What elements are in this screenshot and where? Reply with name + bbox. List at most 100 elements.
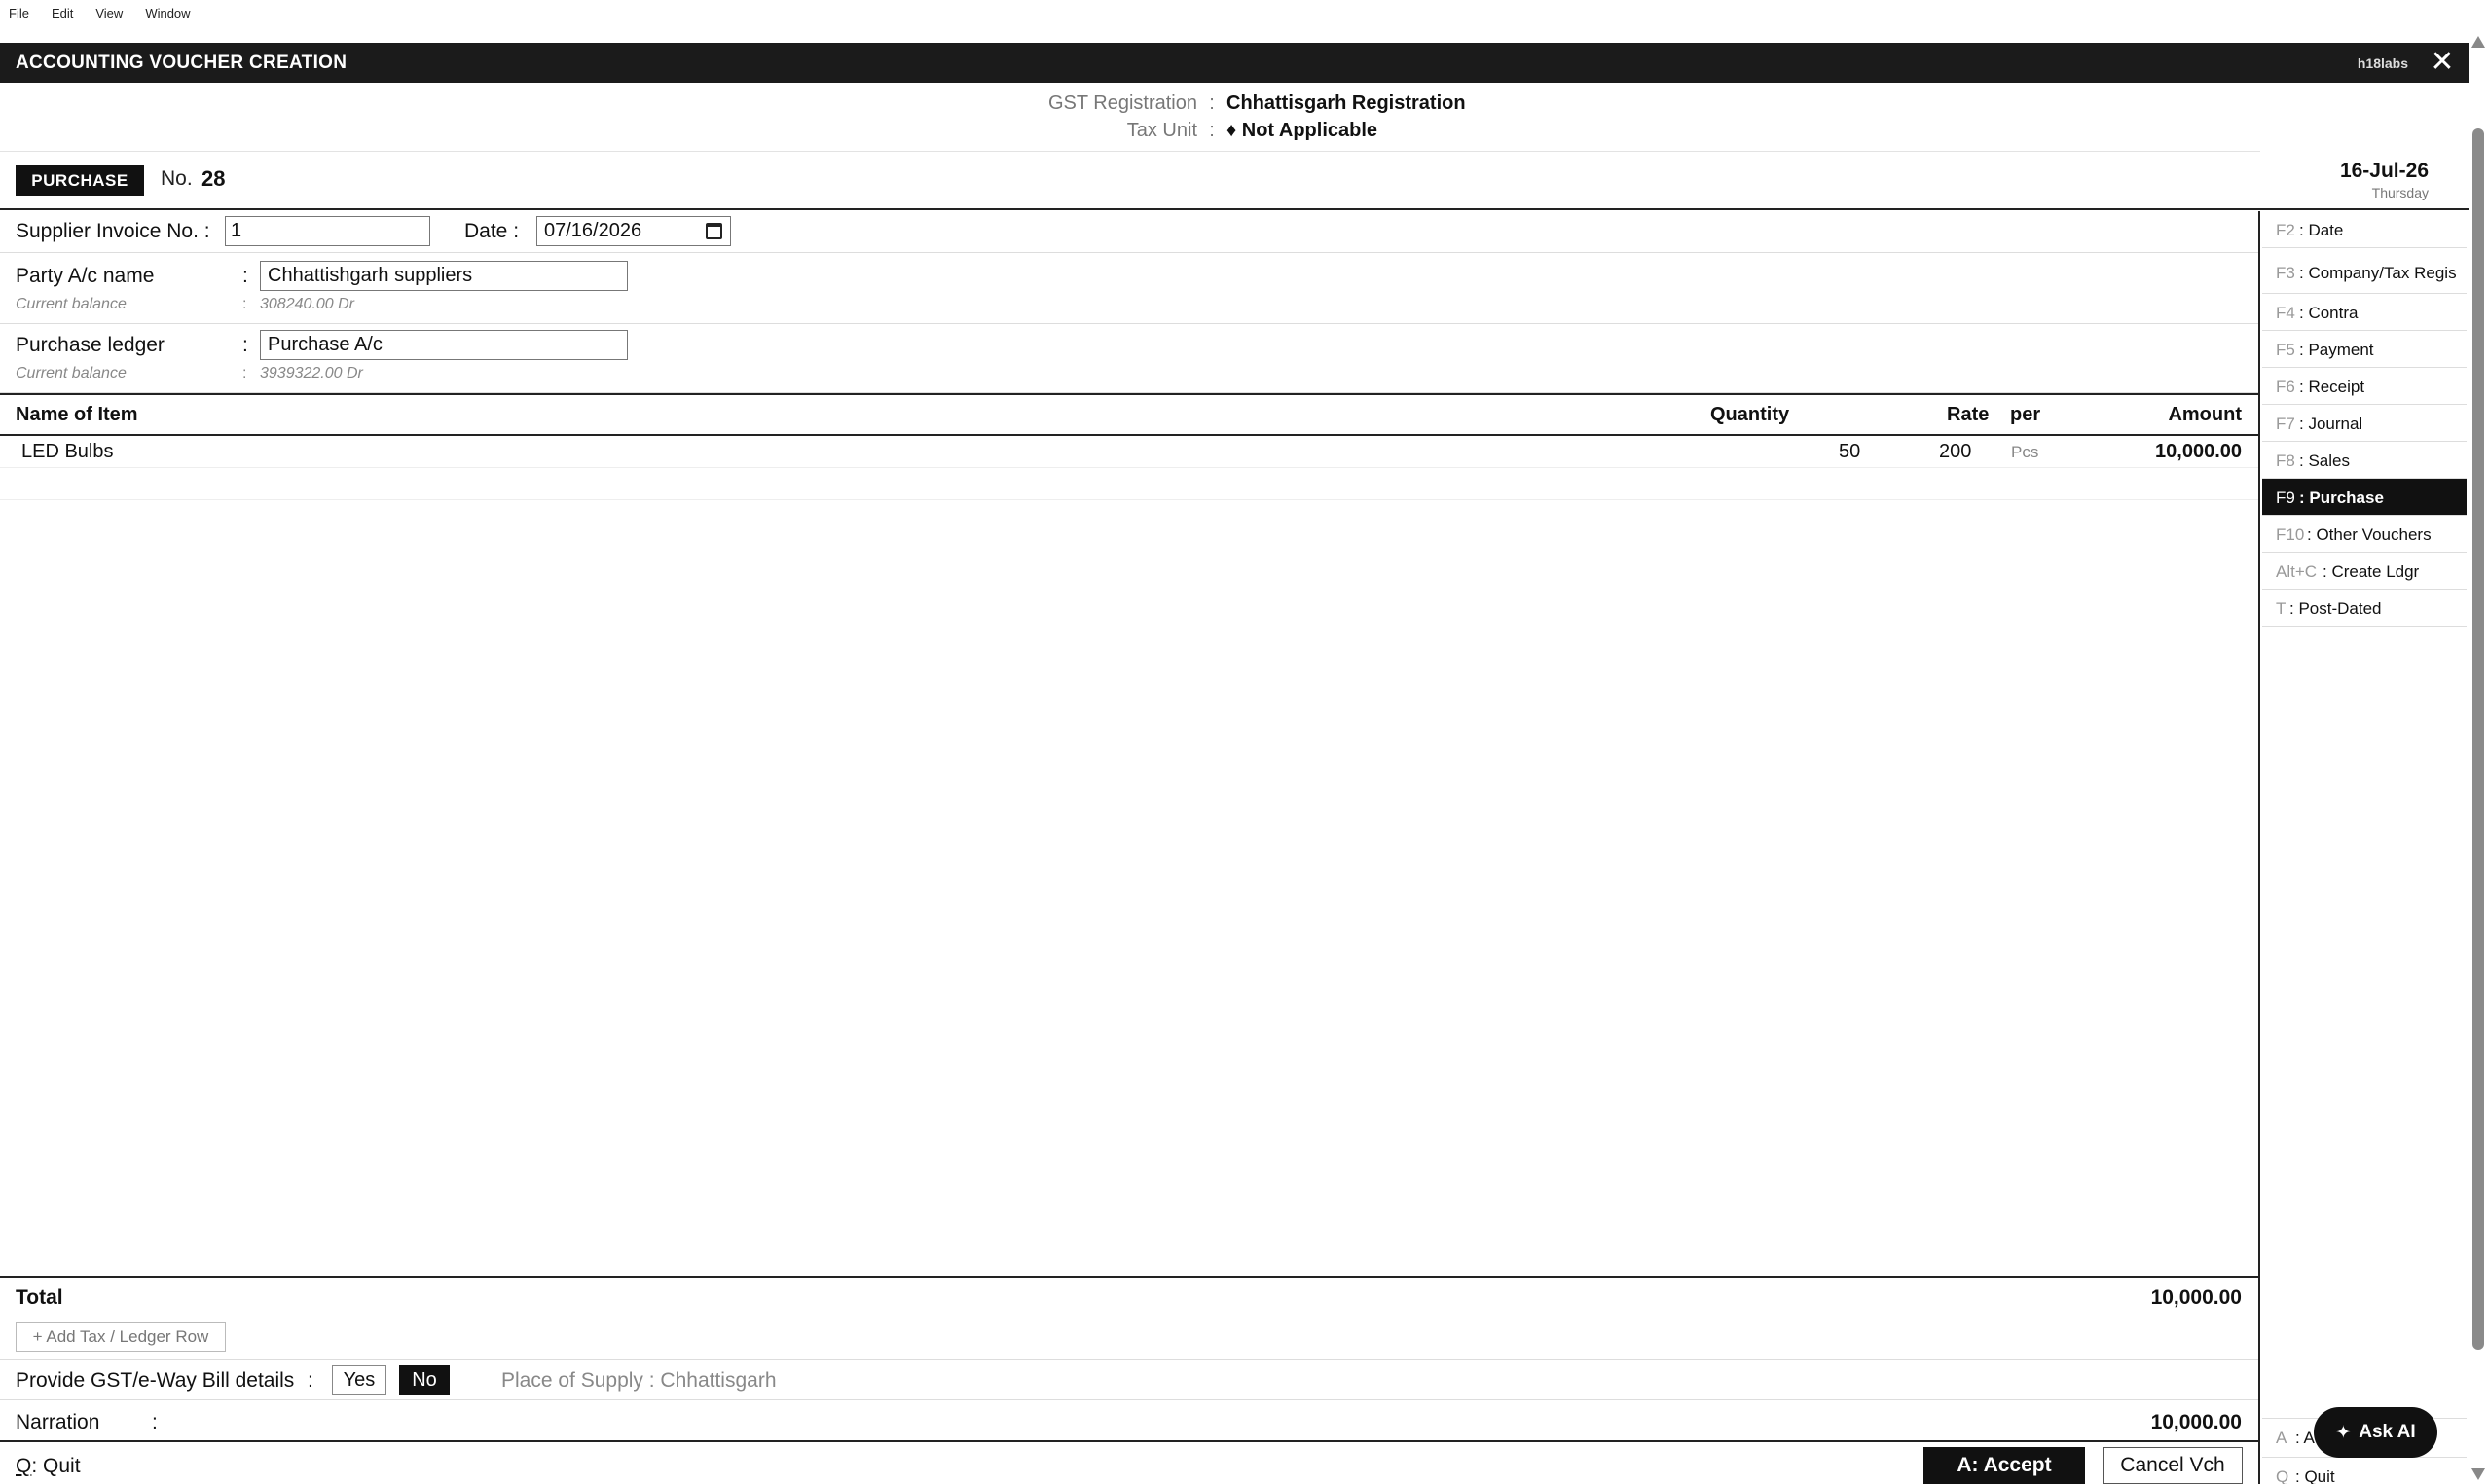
- party-balance-label: Current balance: [16, 296, 127, 312]
- shortcut-key: F9: [2276, 489, 2295, 507]
- party-colon: :: [242, 265, 248, 287]
- shortcut-label: : Other Vouchers: [2307, 525, 2432, 544]
- sidebar-item-date[interactable]: F2 : Date: [2262, 211, 2467, 248]
- sidebar-item-sales[interactable]: F8 : Sales: [2262, 442, 2467, 479]
- quit-button[interactable]: Q: Quit: [16, 1455, 81, 1478]
- purchase-ledger-colon: :: [242, 334, 248, 356]
- menu-edit[interactable]: Edit: [52, 6, 73, 20]
- shortcut-key: A: [2276, 1429, 2287, 1447]
- scroll-up-icon[interactable]: [2471, 36, 2485, 48]
- ask-ai-label: Ask AI: [2359, 1422, 2416, 1442]
- shortcut-label: : Company/Tax Regis: [2299, 264, 2457, 282]
- add-tax-ledger-row-button[interactable]: + Add Tax / Ledger Row: [16, 1322, 226, 1352]
- gst-registration-label: GST Registration: [1047, 92, 1197, 114]
- purchase-ledger-row: Purchase ledger : Purchase A/c Current b…: [0, 323, 2258, 393]
- invoice-date-value: 07/16/2026: [544, 220, 642, 241]
- shortcut-key: F5: [2276, 341, 2295, 359]
- empty-item-row[interactable]: [0, 468, 2258, 500]
- voucher-no-value: 28: [201, 166, 226, 191]
- gst-yes-button[interactable]: Yes: [332, 1365, 386, 1395]
- narration-total: 10,000.00: [2150, 1411, 2242, 1433]
- ask-ai-button[interactable]: ✦ Ask AI: [2314, 1407, 2437, 1458]
- close-icon[interactable]: ✕: [2430, 48, 2455, 77]
- shortcut-label: : Contra: [2299, 304, 2359, 322]
- item-name: LED Bulbs: [21, 441, 114, 462]
- ledger-balance-colon: :: [242, 365, 247, 381]
- shortcut-key: F8: [2276, 452, 2295, 470]
- voucher-type-badge[interactable]: PURCHASE: [16, 165, 144, 196]
- shortcut-key: F2: [2276, 221, 2295, 239]
- gst-sep: :: [1209, 92, 1215, 114]
- gst-info: GST Registration : Chhattisgarh Registra…: [0, 90, 2260, 152]
- scrollbar-thumb[interactable]: [2472, 128, 2484, 1350]
- sidebar-item-company-tax[interactable]: F3 : Company/Tax Regis: [2262, 251, 2467, 294]
- sparkle-icon: ✦: [2335, 1422, 2352, 1443]
- party-label: Party A/c name: [16, 265, 155, 287]
- shortcut-label: : Create Ldgr: [2323, 562, 2420, 581]
- shortcut-label: : Date: [2299, 221, 2344, 239]
- party-balance-colon: :: [242, 296, 247, 312]
- shortcut-key: T: [2276, 599, 2287, 618]
- cancel-voucher-button[interactable]: Cancel Vch: [2103, 1447, 2243, 1484]
- sidebar-item-other-vouchers[interactable]: F10 : Other Vouchers: [2262, 516, 2467, 553]
- shortcut-label: : A: [2295, 1429, 2315, 1447]
- narration-label: Narration: [16, 1411, 100, 1433]
- supplier-invoice-label: Supplier Invoice No. :: [16, 220, 210, 242]
- menu-file[interactable]: File: [9, 6, 29, 20]
- narration-row[interactable]: Narration : 10,000.00: [0, 1403, 2258, 1442]
- col-amount: Amount: [2168, 404, 2242, 425]
- table-row[interactable]: LED Bulbs 50 200 Pcs 10,000.00: [0, 436, 2258, 468]
- voucher-date[interactable]: 16-Jul-26: [2340, 160, 2429, 183]
- ledger-balance-label: Current balance: [16, 365, 127, 381]
- shortcut-key: F6: [2276, 378, 2295, 396]
- col-per: per: [2010, 404, 2041, 425]
- shortcut-label: : Payment: [2299, 341, 2374, 359]
- accept-button[interactable]: A: Accept: [1923, 1447, 2085, 1484]
- scroll-down-icon[interactable]: [2471, 1468, 2485, 1480]
- tax-unit-row[interactable]: Tax Unit : ♦ Not Applicable: [808, 117, 1377, 144]
- gst-registration-row[interactable]: GST Registration : Chhattisgarh Registra…: [808, 90, 1466, 117]
- supplier-invoice-input[interactable]: 1: [225, 216, 430, 246]
- voucher-day: Thursday: [2371, 185, 2429, 200]
- sidebar-item-contra[interactable]: F4 : Contra: [2262, 294, 2467, 331]
- menu-view[interactable]: View: [95, 6, 123, 20]
- voucher-form: Supplier Invoice No. : 1 Date : 07/16/20…: [0, 211, 2260, 1484]
- quit-label: : Quit: [31, 1455, 81, 1477]
- gst-details-label: Provide GST/e-Way Bill details: [16, 1369, 295, 1392]
- shortcut-label: : Sales: [2299, 452, 2350, 470]
- shortcut-key: F10: [2276, 525, 2305, 544]
- gst-no-button[interactable]: No: [399, 1365, 450, 1395]
- shortcut-label: : Journal: [2299, 415, 2363, 433]
- item-per: Pcs: [2011, 443, 2039, 461]
- purchase-ledger-input[interactable]: Purchase A/c: [260, 330, 628, 360]
- gst-details-colon: :: [308, 1369, 313, 1392]
- invoice-date-input[interactable]: 07/16/2026: [536, 216, 731, 246]
- menu-window[interactable]: Window: [145, 6, 190, 20]
- shortcut-key: Alt+C: [2276, 562, 2318, 581]
- col-name-of-item: Name of Item: [16, 404, 138, 425]
- voucher-header: PURCHASE No. 28 16-Jul-26 Thursday: [0, 154, 2469, 210]
- narration-colon: :: [152, 1411, 158, 1433]
- col-quantity: Quantity: [1710, 404, 1790, 425]
- sidebar-item-create-ledger[interactable]: Alt+C : Create Ldgr: [2262, 553, 2467, 590]
- vertical-scrollbar[interactable]: [2469, 26, 2488, 1484]
- item-amount: 10,000.00: [2155, 441, 2242, 462]
- sidebar-item-receipt[interactable]: F6 : Receipt: [2262, 368, 2467, 405]
- sidebar-item-post-dated[interactable]: T : Post-Dated: [2262, 590, 2467, 627]
- sidebar-item-journal[interactable]: F7 : Journal: [2262, 405, 2467, 442]
- shortcut-sidebar: F2 : Date F3 : Company/Tax Regis F4 : Co…: [2262, 211, 2467, 1484]
- sidebar-item-purchase[interactable]: F9 : Purchase: [2262, 479, 2467, 516]
- party-input[interactable]: Chhattishgarh suppliers: [260, 261, 628, 291]
- window-title-bar: ACCOUNTING VOUCHER CREATION h18labs ✕: [0, 43, 2469, 83]
- sidebar-item-payment[interactable]: F5 : Payment: [2262, 331, 2467, 368]
- sidebar-item-quit[interactable]: Q : Quit: [2262, 1457, 2467, 1484]
- item-rate: 200: [1939, 441, 1972, 462]
- invoice-date-label: Date :: [464, 220, 520, 242]
- footer-bar: Q: Quit A: Accept Cancel Vch: [0, 1444, 2258, 1484]
- items-table-header: Name of Item Quantity Rate per Amount: [0, 393, 2258, 436]
- tax-unit-value: ♦ Not Applicable: [1226, 120, 1378, 141]
- calendar-icon[interactable]: [706, 223, 722, 239]
- quit-key: Q: [16, 1455, 32, 1477]
- item-quantity: 50: [1839, 441, 1861, 462]
- party-row: Party A/c name : Chhattishgarh suppliers…: [0, 254, 2258, 324]
